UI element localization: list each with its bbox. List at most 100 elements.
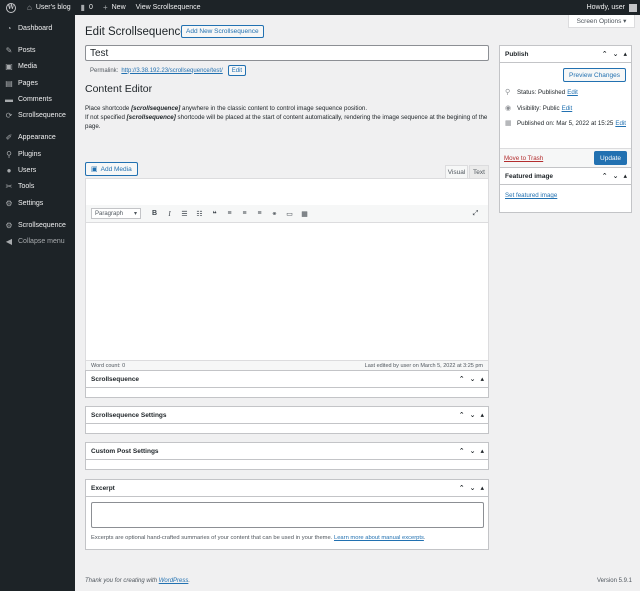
- site-name-link[interactable]: ⌂ User's blog: [22, 0, 76, 15]
- new-content-link[interactable]: + New: [98, 0, 131, 15]
- chevron-up-icon[interactable]: ⌃: [459, 375, 465, 383]
- sidebar-item-tools[interactable]: ✂ Tools: [0, 179, 75, 195]
- visibility-edit-link[interactable]: Edit: [562, 105, 573, 112]
- toggle-arrow-icon[interactable]: ▴: [480, 375, 484, 383]
- excerpt-learn-more-link[interactable]: Learn more about manual excerpts: [334, 535, 424, 541]
- sidebar-item-label: Plugins: [18, 150, 41, 158]
- toggle-arrow-icon[interactable]: ▴: [480, 484, 484, 492]
- tab-text[interactable]: Text: [469, 165, 489, 178]
- collapse-menu-button[interactable]: ◀ Collapse menu: [0, 234, 75, 250]
- sidebar-item-comments[interactable]: ▬ Comments: [0, 91, 75, 107]
- sidebar-item-plugins[interactable]: ⚲ Plugins: [0, 146, 75, 162]
- postbox-title: Excerpt: [91, 484, 115, 492]
- sidebar-item-pages[interactable]: ▤ Pages: [0, 75, 75, 91]
- sidebar-item-users[interactable]: ● Users: [0, 162, 75, 178]
- postbox-header[interactable]: Excerpt ⌃ ⌄ ▴: [86, 480, 488, 497]
- chevron-up-icon[interactable]: ⌃: [602, 50, 608, 58]
- bold-icon[interactable]: B: [147, 208, 162, 220]
- published-value: Mar 5, 2022 at 15:25: [556, 119, 614, 127]
- admin-bar: W ⌂ User's blog ▮ 0 + New View Scrollseq…: [0, 0, 640, 15]
- toolbar-toggle-icon[interactable]: ▦: [297, 208, 312, 220]
- screen-options-button[interactable]: Screen Options ▾: [568, 15, 635, 28]
- account-menu[interactable]: Howdy, user: [586, 3, 640, 12]
- publish-actions: Move to Trash Update: [500, 148, 631, 167]
- published-row: ▦ Published on: Mar 5, 2022 at 15:25 Edi…: [505, 119, 626, 128]
- permalink-link[interactable]: http://3.38.192.23/scrollsequence/test/: [121, 68, 222, 74]
- custom-post-settings-box: Custom Post Settings ⌃ ⌄ ▴: [85, 442, 489, 470]
- chevron-down-icon[interactable]: ⌄: [470, 375, 476, 383]
- link-icon[interactable]: ⚭: [267, 208, 282, 220]
- permalink-edit-button[interactable]: Edit: [227, 65, 247, 76]
- status-edit-link[interactable]: Edit: [567, 89, 578, 96]
- blockquote-icon[interactable]: ❝: [207, 208, 222, 220]
- sidebar-item-label: Dashboard: [18, 24, 53, 32]
- chevron-down-icon[interactable]: ⌄: [470, 411, 476, 419]
- excerpt-help: Excerpts are optional hand-crafted summa…: [91, 535, 426, 541]
- plugin-icon: ⚲: [6, 149, 12, 159]
- sidebar-item-scrollsequence-2[interactable]: ⚙ Scrollsequence: [0, 217, 75, 233]
- user-icon: ●: [6, 166, 12, 176]
- desc-text: anywhere in the classic content to contr…: [180, 105, 368, 112]
- add-media-button[interactable]: ▣ Add Media: [85, 162, 138, 176]
- add-new-button[interactable]: Add New Scrollsequence: [181, 25, 264, 38]
- visibility-row: ◉ Visibility: Public Edit: [505, 104, 573, 113]
- howdy-label: Howdy, user: [586, 4, 625, 11]
- sidebar-item-scrollsequence[interactable]: ⟳ Scrollsequence: [0, 107, 75, 123]
- sidebar-item-posts[interactable]: ✎ Posts: [0, 42, 75, 58]
- italic-icon[interactable]: I: [162, 208, 177, 220]
- postbox-header[interactable]: Publish ⌃ ⌄ ▴: [500, 46, 631, 63]
- align-right-icon[interactable]: ≡: [252, 208, 267, 220]
- wrench-icon: ✂: [5, 182, 13, 192]
- numbered-list-icon[interactable]: ☷: [192, 208, 207, 220]
- chevron-down-icon[interactable]: ⌄: [613, 50, 619, 58]
- postbox-header[interactable]: Scrollsequence ⌃ ⌄ ▴: [86, 371, 488, 388]
- set-featured-image-link[interactable]: Set featured image: [505, 192, 557, 199]
- tab-visual[interactable]: Visual: [445, 165, 468, 178]
- wordpress-logo-button[interactable]: W: [0, 0, 22, 15]
- excerpt-textarea[interactable]: [91, 502, 484, 528]
- sidebar-item-settings[interactable]: ⚙ Settings: [0, 195, 75, 211]
- update-button[interactable]: Update: [594, 151, 627, 165]
- comments-link[interactable]: ▮ 0: [76, 0, 98, 15]
- preview-changes-button[interactable]: Preview Changes: [563, 68, 626, 82]
- bullet-list-icon[interactable]: ☰: [177, 208, 192, 220]
- postbox-header[interactable]: Custom Post Settings ⌃ ⌄ ▴: [86, 443, 488, 460]
- chevron-down-icon[interactable]: ⌄: [470, 447, 476, 455]
- toggle-arrow-icon[interactable]: ▴: [480, 411, 484, 419]
- sidebar-item-media[interactable]: ▣ Media: [0, 59, 75, 75]
- word-count: Word count: 0: [91, 363, 126, 369]
- media-add-icon: ▣: [91, 166, 98, 173]
- toggle-arrow-icon[interactable]: ▴: [623, 172, 627, 180]
- sidebar-item-label: Collapse menu: [18, 238, 65, 246]
- fullscreen-icon[interactable]: ⤢: [468, 208, 483, 220]
- page-title: Edit Scrollsequence: [85, 26, 187, 38]
- featured-image-box: Featured image ⌃ ⌄ ▴ Set featured image: [499, 167, 632, 213]
- align-center-icon[interactable]: ≡: [237, 208, 252, 220]
- chevron-down-icon[interactable]: ⌄: [470, 484, 476, 492]
- align-left-icon[interactable]: ≡: [222, 208, 237, 220]
- view-post-link[interactable]: View Scrollsequence: [131, 0, 206, 15]
- read-more-icon[interactable]: ▭: [282, 208, 297, 220]
- sidebar-item-dashboard[interactable]: ◔ Dashboard: [0, 20, 75, 36]
- chevron-up-icon[interactable]: ⌃: [459, 447, 465, 455]
- footer-thanks: Thank you for creating with WordPress.: [85, 578, 190, 584]
- postbox-header[interactable]: Featured image ⌃ ⌄ ▴: [500, 168, 631, 185]
- settings-icon: ⚙: [5, 198, 13, 208]
- postbox-header[interactable]: Scrollsequence Settings ⌃ ⌄ ▴: [86, 407, 488, 424]
- toggle-arrow-icon[interactable]: ▴: [480, 447, 484, 455]
- wordpress-link[interactable]: WordPress: [159, 578, 189, 584]
- chevron-up-icon[interactable]: ⌃: [459, 411, 465, 419]
- move-to-trash-link[interactable]: Move to Trash: [504, 155, 543, 162]
- toggle-arrow-icon[interactable]: ▴: [623, 50, 627, 58]
- footer-period: .: [188, 578, 191, 584]
- published-edit-link[interactable]: Edit: [615, 120, 626, 127]
- format-select[interactable]: Paragraph ▾: [91, 208, 141, 219]
- sidebar-item-appearance[interactable]: ✐ Appearance: [0, 130, 75, 146]
- content-editor[interactable]: Paragraph ▾ B I ☰ ☷ ❝ ≡ ≡ ≡ ⚭ ▭ ▦ ⤢ Word…: [85, 178, 489, 372]
- chevron-down-icon[interactable]: ⌄: [613, 172, 619, 180]
- chevron-up-icon[interactable]: ⌃: [459, 484, 465, 492]
- chevron-up-icon[interactable]: ⌃: [602, 172, 608, 180]
- post-title-input[interactable]: Test: [85, 45, 489, 61]
- permalink-row: Permalink: http://3.38.192.23/scrollsequ…: [90, 65, 247, 76]
- comment-icon: ▬: [5, 94, 13, 104]
